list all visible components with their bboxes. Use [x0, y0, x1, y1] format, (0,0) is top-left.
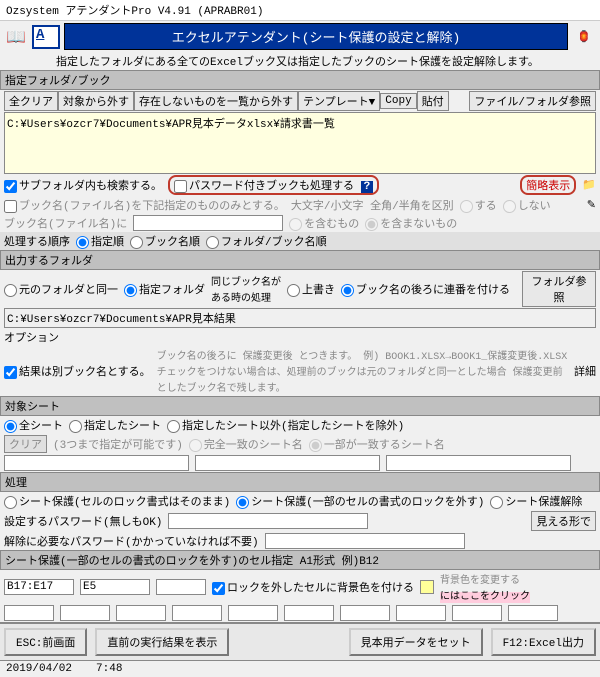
- same-name-note: 同じブック名が ある時の処理: [211, 273, 281, 305]
- detail-link[interactable]: 詳細: [574, 363, 596, 379]
- section-folder-label: 指定フォルダ/ブック: [0, 70, 600, 90]
- help-icon[interactable]: ?: [361, 181, 374, 193]
- output-folder-label: 出力するフォルダ: [0, 250, 600, 270]
- order-folder-radio[interactable]: フォルダ/ブック名順: [206, 233, 327, 249]
- pencil-icon[interactable]: ✎: [587, 198, 596, 212]
- case-label: 大文字/小文字 全角/半角を区別: [291, 197, 454, 213]
- bookname-in-label: ブック名(ファイル名)に: [4, 215, 127, 231]
- toolbar: 全クリア 対象から外す 存在しないものを一覧から外す テンプレート▼ Copy …: [0, 90, 600, 112]
- cell-1[interactable]: [4, 579, 74, 595]
- clear-button[interactable]: 全クリア: [4, 91, 58, 111]
- cell-13[interactable]: [508, 605, 558, 621]
- cell-9[interactable]: [284, 605, 334, 621]
- cell-5[interactable]: [60, 605, 110, 621]
- exact-match-radio[interactable]: 完全一致のシート名: [189, 436, 303, 452]
- output-path[interactable]: C:¥Users¥ozcr7¥Documents¥APR見本結果: [4, 308, 596, 328]
- bg-color-note[interactable]: 背景色を変更するにはここをクリック: [440, 571, 530, 603]
- description: 指定したフォルダにある全てのExcelブック又は指定したブックのシート保護を設定…: [0, 52, 600, 70]
- a-badge-icon: A: [32, 25, 60, 49]
- partial-match-radio[interactable]: 一部が一致するシート名: [309, 436, 445, 452]
- book-icon[interactable]: 📖: [4, 27, 28, 47]
- sheet-name-3[interactable]: [386, 455, 571, 471]
- window-titlebar: Ozsystem アテンダントPro V4.91 (APRABR01): [0, 0, 600, 21]
- subfolder-checkbox[interactable]: サブフォルダ内も検索する。: [4, 177, 162, 193]
- sample-data-button[interactable]: 見本用データをセット: [349, 628, 483, 656]
- file-folder-ref-button[interactable]: ファイル/フォルダ参照: [469, 91, 596, 111]
- target-except-radio[interactable]: 指定したシート以外(指定したシートを除外): [167, 417, 404, 433]
- sheet-name-1[interactable]: [4, 455, 189, 471]
- order-label: 処理する順序: [4, 233, 70, 249]
- set-pw-input[interactable]: [168, 513, 368, 529]
- target-hint: (3つまで指定が可能です): [53, 436, 183, 452]
- target-all-radio[interactable]: 全シート: [4, 417, 63, 433]
- order-bookname-radio[interactable]: ブック名順: [130, 233, 200, 249]
- proc-partial-radio[interactable]: シート保護(一部のセルの書式のロックを外す): [236, 493, 484, 509]
- out-overwrite-radio[interactable]: 上書き: [287, 281, 335, 297]
- cell-10[interactable]: [340, 605, 390, 621]
- cell-spec-label: シート保護(一部のセルの書式のロックを外す)のセル指定 A1形式 例)B12: [0, 550, 600, 570]
- status-bar: 2019/04/02 7:48: [0, 660, 600, 677]
- brief-display-highlight: 簡略表示: [520, 175, 576, 195]
- color-swatch[interactable]: [420, 580, 434, 594]
- sheet-name-2[interactable]: [195, 455, 380, 471]
- lamp-icon[interactable]: 🏮: [572, 27, 596, 47]
- missing-button[interactable]: 存在しないものを一覧から外す: [134, 91, 298, 111]
- cell-7[interactable]: [172, 605, 222, 621]
- cell-11[interactable]: [396, 605, 446, 621]
- paste-button[interactable]: 貼付: [417, 91, 449, 111]
- case-no-radio[interactable]: しない: [503, 197, 551, 213]
- bookname-input[interactable]: [133, 215, 283, 231]
- cell-4[interactable]: [4, 605, 54, 621]
- case-yes-radio[interactable]: する: [460, 197, 497, 213]
- sep-book-checkbox[interactable]: 結果は別ブック名とする。: [4, 363, 151, 379]
- out-specified-radio[interactable]: 指定フォルダ: [124, 281, 205, 297]
- status-date: 2019/04/02: [6, 663, 72, 675]
- process-label: 処理: [0, 472, 600, 492]
- f12-excel-button[interactable]: F12:Excel出力: [491, 628, 596, 656]
- cell-12[interactable]: [452, 605, 502, 621]
- target-clear-button[interactable]: クリア: [4, 435, 47, 453]
- target-sheet-label: 対象シート: [0, 396, 600, 416]
- status-time: 7:48: [96, 663, 122, 675]
- cell-6[interactable]: [116, 605, 166, 621]
- cell-3[interactable]: [156, 579, 206, 595]
- copy-button[interactable]: Copy: [380, 93, 416, 109]
- folder-list-textarea[interactable]: C:¥Users¥ozcr7¥Documents¥APR見本データxlsx¥請求…: [4, 112, 596, 174]
- rel-pw-label: 解除に必要なパスワード(かかっていなければ不要): [4, 533, 259, 549]
- brief-display-link[interactable]: 簡略表示: [526, 181, 570, 193]
- proc-lock-radio[interactable]: シート保護(セルのロック書式はそのまま): [4, 493, 230, 509]
- bookname-filter-checkbox[interactable]: ブック名(ファイル名)を下記指定のもののみとする。: [4, 197, 285, 213]
- option-note: ブック名の後ろに 保護変更後 とつきます。 例) BOOK1.XLSX→BOOK…: [157, 347, 568, 395]
- set-pw-label: 設定するパスワード(無しもOK): [4, 513, 162, 529]
- out-serial-radio[interactable]: ブック名の後ろに連番を付ける: [341, 281, 510, 297]
- output-folder-ref-button[interactable]: フォルダ参照: [522, 271, 596, 307]
- cell-2[interactable]: [80, 579, 150, 595]
- cell-8[interactable]: [228, 605, 278, 621]
- notcontain-radio[interactable]: を含まないもの: [365, 215, 457, 231]
- lock-color-checkbox[interactable]: ロックを外したセルに背景色を付ける: [212, 579, 414, 595]
- option-label: オプション: [0, 328, 600, 346]
- target-specified-radio[interactable]: 指定したシート: [69, 417, 161, 433]
- esc-button[interactable]: ESC:前画面: [4, 628, 87, 656]
- prev-result-button[interactable]: 直前の実行結果を表示: [95, 628, 229, 656]
- proc-unlock-radio[interactable]: シート保護解除: [490, 493, 582, 509]
- password-book-highlight: パスワード付きブックも処理する ?: [168, 175, 379, 195]
- template-button[interactable]: テンプレート▼: [298, 91, 380, 111]
- rel-pw-input[interactable]: [265, 533, 465, 549]
- show-visible-button[interactable]: 見える形で: [531, 511, 596, 531]
- folder-icon[interactable]: 📁: [582, 178, 596, 192]
- password-book-checkbox[interactable]: パスワード付きブックも処理する: [174, 181, 354, 193]
- page-title: エクセルアテンダント(シート保護の設定と解除): [64, 23, 568, 50]
- order-specified-radio[interactable]: 指定順: [76, 233, 124, 249]
- out-same-radio[interactable]: 元のフォルダと同一: [4, 281, 118, 297]
- contain-radio[interactable]: を含むもの: [289, 215, 359, 231]
- exclude-button[interactable]: 対象から外す: [58, 91, 134, 111]
